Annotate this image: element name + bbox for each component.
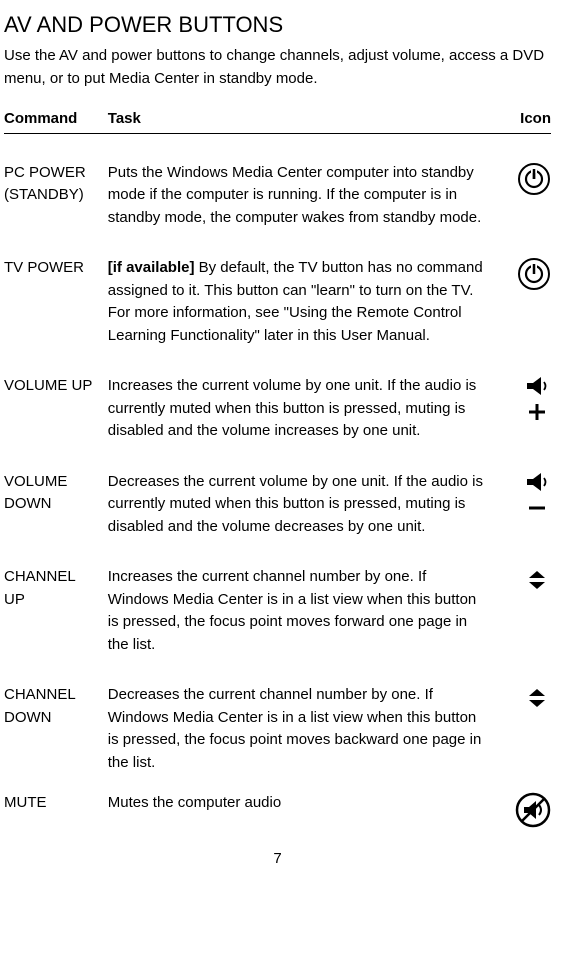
table-row: PC POWER (STANDBY) Puts the Windows Medi… — [4, 133, 551, 229]
command-cell: CHANNEL DOWN — [4, 656, 108, 774]
channel-icon — [523, 566, 551, 602]
volume-up-icon — [523, 375, 551, 433]
header-command: Command — [4, 108, 108, 133]
command-cell: TV POWER — [4, 229, 108, 347]
header-icon: Icon — [497, 108, 551, 133]
task-cell: Decreases the current channel number by … — [108, 656, 497, 774]
command-cell: VOLUME DOWN — [4, 443, 108, 539]
task-cell: Decreases the current volume by one unit… — [108, 443, 497, 539]
table-row: TV POWER [if available] By default, the … — [4, 229, 551, 347]
table-row: CHANNEL UP Increases the current channel… — [4, 538, 551, 656]
task-cell: Mutes the computer audio — [108, 774, 497, 836]
command-cell: MUTE — [4, 774, 108, 836]
command-table: Command Task Icon PC POWER (STANDBY) Put… — [4, 108, 551, 836]
page-title: AV AND POWER BUTTONS — [4, 8, 551, 41]
table-row: CHANNEL DOWN Decreases the current chann… — [4, 656, 551, 774]
task-cell: [if available] By default, the TV button… — [108, 229, 497, 347]
channel-icon — [523, 684, 551, 720]
command-cell: VOLUME UP — [4, 347, 108, 443]
volume-down-icon — [523, 471, 551, 529]
power-icon — [517, 162, 551, 204]
table-row: VOLUME UP Increases the current volume b… — [4, 347, 551, 443]
table-row: VOLUME DOWN Decreases the current volume… — [4, 443, 551, 539]
mute-icon — [515, 792, 551, 836]
intro-text: Use the AV and power buttons to change c… — [4, 45, 551, 90]
command-cell: PC POWER (STANDBY) — [4, 133, 108, 229]
task-cell: Puts the Windows Media Center computer i… — [108, 133, 497, 229]
page-number: 7 — [4, 848, 551, 871]
command-cell: CHANNEL UP — [4, 538, 108, 656]
task-cell: Increases the current volume by one unit… — [108, 347, 497, 443]
power-icon — [517, 257, 551, 299]
task-cell: Increases the current channel number by … — [108, 538, 497, 656]
header-task: Task — [108, 108, 497, 133]
table-row: MUTE Mutes the computer audio — [4, 774, 551, 836]
